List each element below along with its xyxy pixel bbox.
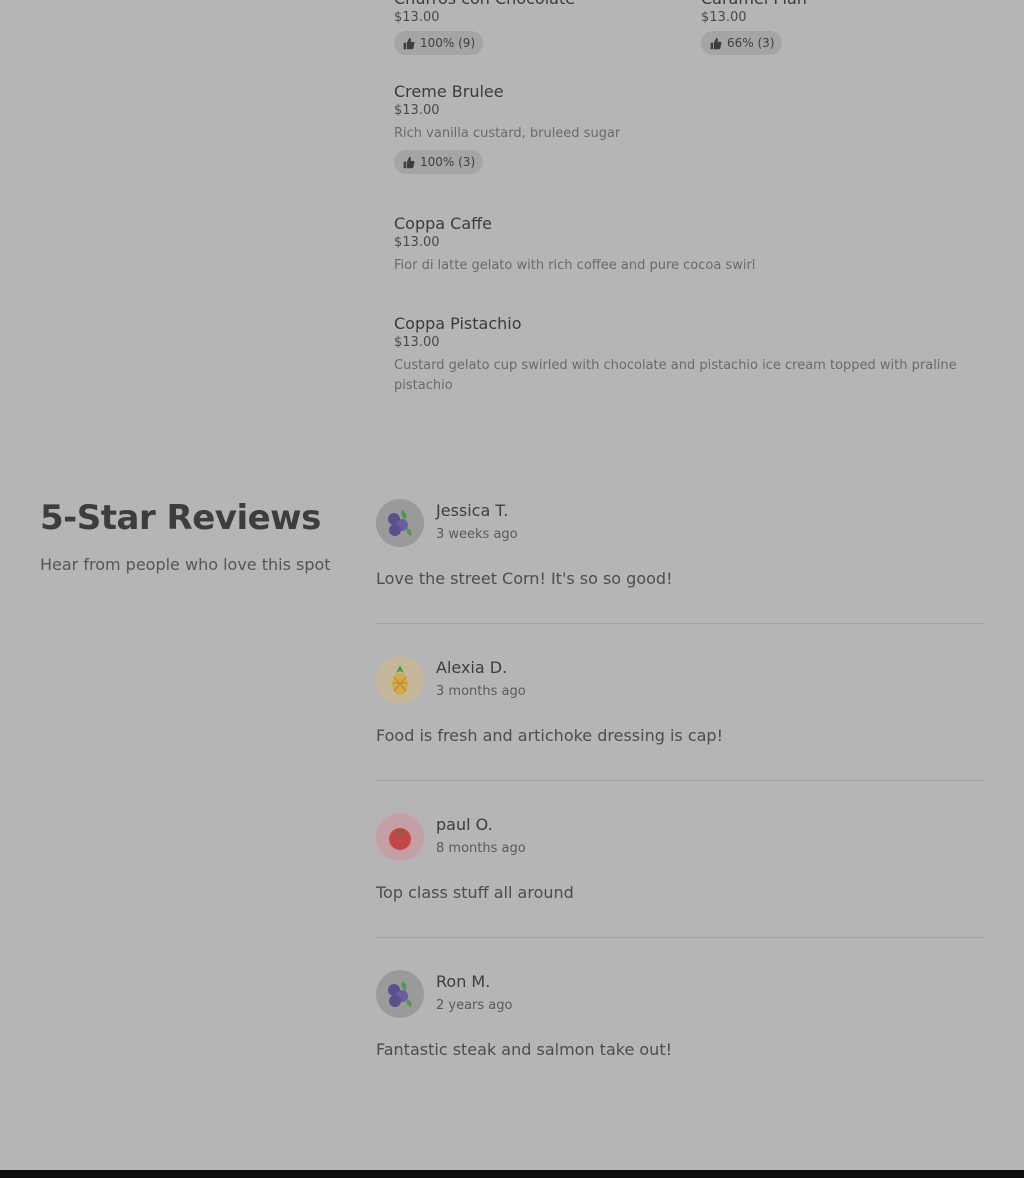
item-price: $13.00 (394, 10, 440, 25)
divider (376, 623, 984, 624)
item-price: $13.00 (394, 103, 440, 118)
review-text: Fantastic steak and salmon take out! (376, 1040, 672, 1059)
item-name: Coppa Caffe (394, 214, 493, 233)
item-name: Churros con Chocolate (394, 0, 575, 8)
reviews-title: 5-Star Reviews (40, 498, 321, 538)
reviews-subtitle: Hear from people who love this spot (40, 555, 331, 574)
reviewer-name: Ron M. (436, 972, 491, 991)
divider (376, 780, 984, 781)
avatar (376, 970, 424, 1018)
rating-badge: 100% (3) (394, 150, 484, 174)
menu-item-churros[interactable]: Churros con Chocolate $13.00 100% (9) (394, 0, 575, 55)
footer-bar (0, 1170, 1024, 1178)
menu-item-caramel-flan[interactable]: Caramel Flan $13.00 66% (3) (701, 0, 807, 55)
pineapple-icon (392, 665, 408, 695)
review-time: 3 months ago (436, 684, 526, 699)
reviewer-name: paul O. (436, 815, 493, 834)
item-price: $13.00 (701, 10, 747, 25)
item-description: Custard gelato cup swirled with chocolat… (394, 358, 957, 393)
menu-item-creme-brulee[interactable]: Creme Brulee $13.00 Rich vanilla custard… (394, 82, 984, 174)
item-description: Rich vanilla custard, bruleed sugar (394, 126, 621, 141)
menu-item-coppa-pistachio[interactable]: Coppa Pistachio $13.00 Custard gelato cu… (394, 314, 974, 396)
tomato-icon (389, 828, 411, 850)
review-text: Top class stuff all around (376, 883, 574, 902)
item-name: Creme Brulee (394, 82, 504, 101)
item-name: Caramel Flan (701, 0, 807, 8)
item-description: Fior di latte gelato with rich coffee an… (394, 258, 756, 273)
rating-text: 100% (3) (420, 155, 476, 169)
item-name: Coppa Pistachio (394, 314, 522, 333)
thumbs-up-icon (403, 156, 415, 168)
divider (376, 937, 984, 938)
rating-text: 100% (9) (420, 36, 476, 50)
item-price: $13.00 (394, 235, 440, 250)
thumbs-up-icon (403, 37, 415, 49)
avatar (376, 656, 424, 704)
blueberry-icon (388, 510, 412, 536)
blueberry-icon (388, 981, 412, 1007)
review-text: Food is fresh and artichoke dressing is … (376, 726, 723, 745)
avatar (376, 499, 424, 547)
item-price: $13.00 (394, 335, 440, 350)
review-time: 3 weeks ago (436, 527, 518, 542)
reviewer-name: Jessica T. (436, 501, 509, 520)
avatar (376, 813, 424, 861)
thumbs-up-icon (710, 37, 722, 49)
review-text: Love the street Corn! It's so so good! (376, 569, 673, 588)
rating-badge: 100% (9) (394, 31, 484, 55)
rating-text: 66% (3) (727, 36, 775, 50)
reviewer-name: Alexia D. (436, 658, 508, 677)
review-time: 2 years ago (436, 998, 513, 1013)
review-time: 8 months ago (436, 841, 526, 856)
menu-item-coppa-caffe[interactable]: Coppa Caffe $13.00 Fior di latte gelato … (394, 214, 984, 276)
rating-badge: 66% (3) (701, 31, 783, 55)
